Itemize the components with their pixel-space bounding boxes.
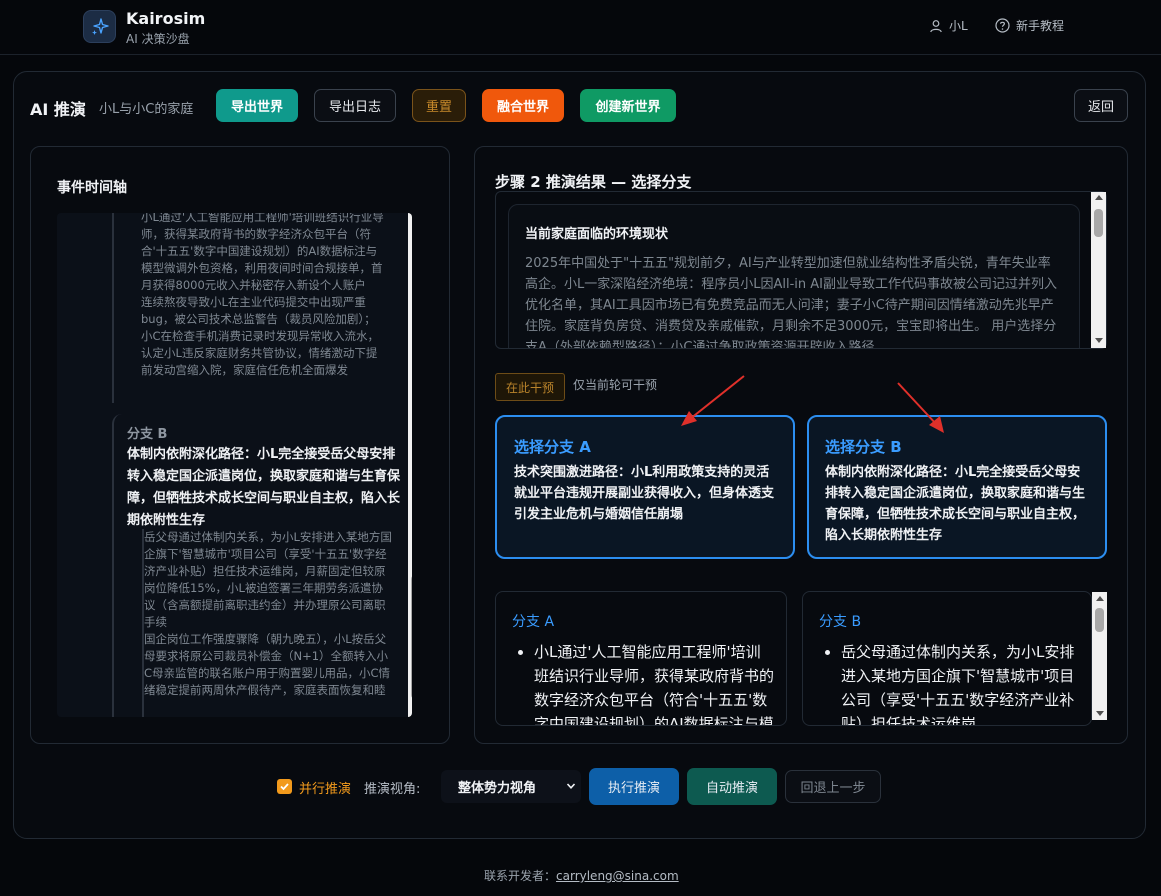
branch-b-option[interactable]: 选择分支 B 体制内依附深化路径：小L完全接受岳父母安排转入稳定国企派遣岗位，换… <box>807 415 1107 559</box>
create-world-button[interactable]: 创建新世界 <box>580 89 676 122</box>
branch-b-detail-title: 分支 B <box>819 614 862 630</box>
list-item: 小L通过'人工智能应用工程师'培训班结识行业导师，获得某政府背书的数字经济众包平… <box>534 640 774 725</box>
timeline-event-text: 小L通过'人工智能应用工程师'培训班结识行业导师，获得某政府背书的数字经济众包平… <box>141 213 384 292</box>
help-label: 新手教程 <box>1016 19 1065 33</box>
intervene-note: 仅当前轮可干预 <box>573 378 658 392</box>
merge-world-button[interactable]: 融合世界 <box>482 89 564 122</box>
help-icon <box>995 18 1010 33</box>
brand-subtitle: AI 决策沙盘 <box>126 32 190 46</box>
environment-scrollbar-thumb[interactable] <box>1094 209 1103 237</box>
timeline-event-text: 岳父母通过体制内关系，为小L安排进入某地方国企旗下'智慧城市'项目公司（享受'十… <box>144 530 392 629</box>
timeline-event-text: 国企岗位工作强度骤降（朝九晚五），小L按岳父母要求将原公司裁员补偿金（N+1）全… <box>144 632 391 697</box>
top-bar: Kairosim AI 决策沙盘 小L 新手教程 <box>0 0 1161 55</box>
branch-b-detail[interactable]: 分支 B 岳父母通过体制内关系，为小L安排进入某地方国企旗下'智慧城市'项目公司… <box>802 591 1092 726</box>
developer-email-link[interactable]: carryleng@sina.com <box>556 869 679 883</box>
check-icon <box>280 783 289 791</box>
branch-a-description: 技术突围激进路径：小L利用政策支持的灵活就业平台违规开展副业获得收入，但身体透支… <box>514 465 775 522</box>
detail-scrollbar-thumb[interactable] <box>1095 608 1104 632</box>
branch-b-description: 体制内依附深化路径：小L完全接受岳父母安排转入稳定国企派遣岗位，换取家庭和谐与生… <box>825 465 1086 543</box>
brand-title: Kairosim <box>126 9 206 28</box>
timeline-branch-body: 岳父母通过体制内关系，为小L安排进入某地方国企旗下'智慧城市'项目公司（享受'十… <box>142 529 394 717</box>
run-simulation-button[interactable]: 执行推演 <box>589 768 679 805</box>
branch-a-title: 选择分支 A <box>514 438 591 456</box>
parallel-label[interactable]: 并行推演 <box>299 778 351 797</box>
scroll-down-icon[interactable] <box>1096 711 1104 716</box>
view-select[interactable]: 整体势力视角 <box>441 770 581 803</box>
user-name: 小L <box>949 19 968 33</box>
user-menu[interactable]: 小L <box>929 17 968 34</box>
environment-clip: 当前家庭面临的环境现状 2025年中国处于"十五五"规划前夕，AI与产业转型加速… <box>496 192 1091 348</box>
branch-a-detail[interactable]: 分支 A 小L通过'人工智能应用工程师'培训班结识行业导师，获得某政府背书的数字… <box>495 591 787 726</box>
view-select-value: 整体势力视角 <box>458 781 537 796</box>
timeline-scroll-area[interactable]: 小L通过'人工智能应用工程师'培训班结识行业导师，获得某政府背书的数字经济众包平… <box>57 213 412 717</box>
timeline-branch-label: 分支 B <box>127 427 168 442</box>
timeline-event: 小L通过'人工智能应用工程师'培训班结识行业导师，获得某政府背书的数字经济众包平… <box>112 213 412 403</box>
undo-step-button[interactable]: 回退上一步 <box>785 770 881 803</box>
branch-b-title: 选择分支 B <box>825 438 902 456</box>
timeline-branch-headline: 体制内依附深化路径：小L完全接受岳父母安排转入稳定国企派遣岗位，换取家庭和谐与生… <box>127 447 401 528</box>
reset-button[interactable]: 重置 <box>412 89 466 122</box>
back-button[interactable]: 返回 <box>1074 89 1128 122</box>
sparkle-icon <box>91 17 109 35</box>
footer: 联系开发者：carryleng@sina.com <box>484 867 679 884</box>
timeline-scrollbar-thumb[interactable] <box>411 575 412 699</box>
page-title: AI 推演 <box>30 100 86 119</box>
timeline-event-text: 连续熬夜导致小L在主业代码提交中出现严重bug，被公司技术总监警告（裁员风险加剧… <box>141 295 380 377</box>
step-title: 步骤 2 推演结果 — 选择分支 <box>495 173 692 191</box>
intervene-button[interactable]: 在此干预 <box>495 373 565 401</box>
branch-b-detail-list: 岳父母通过体制内关系，为小L安排进入某地方国企旗下'智慧城市'项目公司（享受'十… <box>819 640 1081 725</box>
user-icon <box>930 19 942 32</box>
export-log-button[interactable]: 导出日志 <box>314 89 396 122</box>
world-name: 小L与小C的家庭 <box>99 102 194 117</box>
environment-title: 当前家庭面临的环境现状 <box>525 227 669 242</box>
chevron-down-icon <box>566 783 576 789</box>
list-item: 岳父母通过体制内关系，为小L安排进入某地方国企旗下'智慧城市'项目公司（享受'十… <box>841 640 1081 725</box>
scroll-up-icon[interactable] <box>1096 596 1104 601</box>
auto-simulation-button[interactable]: 自动推演 <box>687 768 777 805</box>
scroll-down-icon[interactable] <box>1095 338 1103 343</box>
branch-a-option[interactable]: 选择分支 A 技术突围激进路径：小L利用政策支持的灵活就业平台违规开展副业获得收… <box>495 415 795 559</box>
view-label: 推演视角: <box>364 782 421 797</box>
logo[interactable] <box>83 10 116 43</box>
parallel-checkbox[interactable] <box>277 779 292 794</box>
branch-a-detail-title: 分支 A <box>512 614 555 630</box>
environment-text: 2025年中国处于"十五五"规划前夕，AI与产业转型加速但就业结构性矛盾尖锐，青… <box>525 256 1058 348</box>
export-world-button[interactable]: 导出世界 <box>216 89 298 122</box>
scroll-up-icon[interactable] <box>1095 195 1103 200</box>
timeline-title: 事件时间轴 <box>57 180 127 196</box>
footer-prefix: 联系开发者： <box>484 869 557 883</box>
help-link[interactable]: 新手教程 <box>995 17 1064 34</box>
branch-a-detail-list: 小L通过'人工智能应用工程师'培训班结识行业导师，获得某政府背书的数字经济众包平… <box>512 640 774 725</box>
